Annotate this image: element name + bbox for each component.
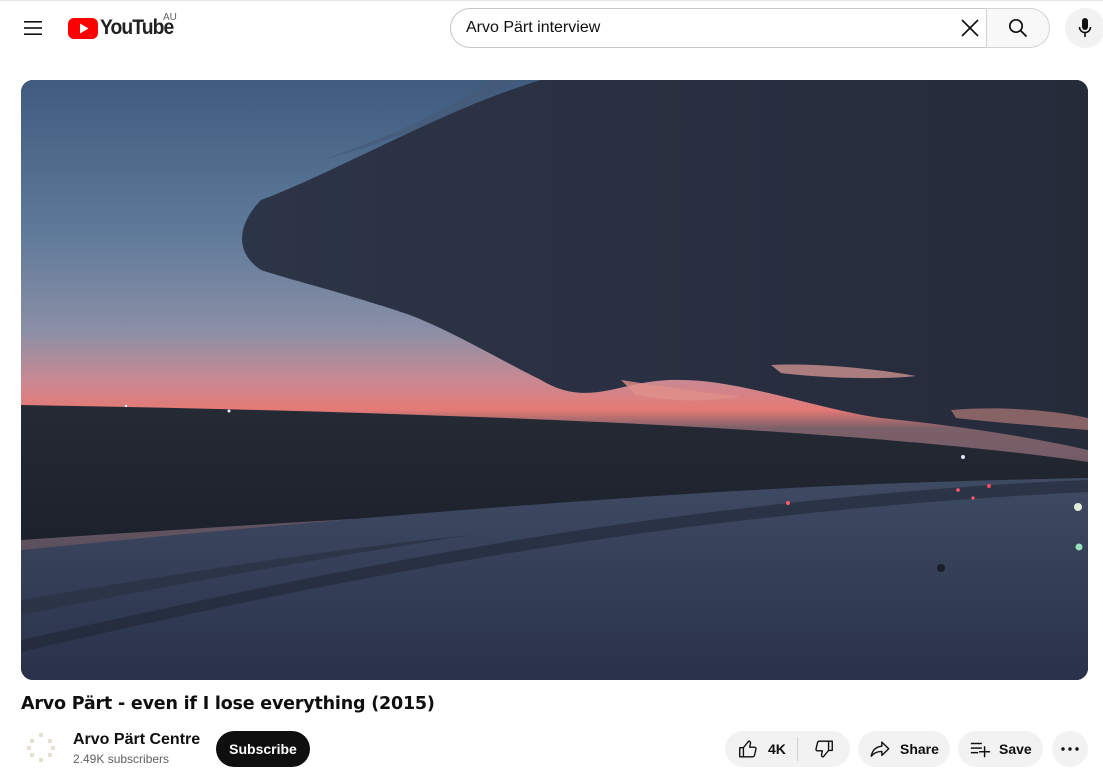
close-icon — [961, 19, 979, 37]
youtube-logo[interactable]: YouTube AU — [68, 12, 180, 42]
share-icon — [870, 741, 890, 757]
voice-search-button[interactable] — [1065, 8, 1103, 48]
menu-button[interactable] — [13, 8, 53, 48]
search-input[interactable] — [466, 9, 946, 47]
menu-icon — [24, 21, 42, 35]
more-horizontal-icon — [1061, 747, 1079, 751]
like-dislike-group: 4K — [725, 731, 850, 767]
thumbs-down-icon — [815, 740, 833, 758]
thumbs-up-icon — [739, 740, 757, 758]
like-count: 4K — [768, 741, 786, 757]
subscriber-count: 2.49K subscribers — [73, 752, 170, 766]
youtube-play-icon — [68, 17, 98, 39]
channel-name[interactable]: Arvo Pärt Centre — [73, 731, 200, 749]
search-icon — [1008, 18, 1028, 38]
top-bar: YouTube AU — [0, 0, 1103, 56]
region-badge: AU — [163, 12, 177, 23]
more-actions-button[interactable] — [1052, 731, 1088, 767]
save-label: Save — [999, 741, 1032, 757]
search-box — [450, 8, 987, 48]
dislike-button[interactable] — [798, 731, 850, 767]
channel-avatar[interactable] — [24, 730, 58, 764]
like-button[interactable]: 4K — [725, 731, 797, 767]
playlist-add-icon — [970, 742, 991, 758]
search-button[interactable] — [986, 8, 1050, 48]
mic-icon — [1078, 18, 1092, 37]
video-player[interactable] — [21, 80, 1088, 680]
save-button[interactable]: Save — [958, 731, 1043, 767]
clear-search-button[interactable] — [952, 10, 988, 46]
video-title: Arvo Pärt - even if I lose everything (2… — [21, 694, 435, 714]
share-label: Share — [900, 741, 939, 757]
share-button[interactable]: Share — [858, 731, 950, 767]
video-frame — [21, 80, 1088, 680]
top-divider — [0, 0, 1103, 1]
subscribe-button[interactable]: Subscribe — [216, 731, 310, 767]
